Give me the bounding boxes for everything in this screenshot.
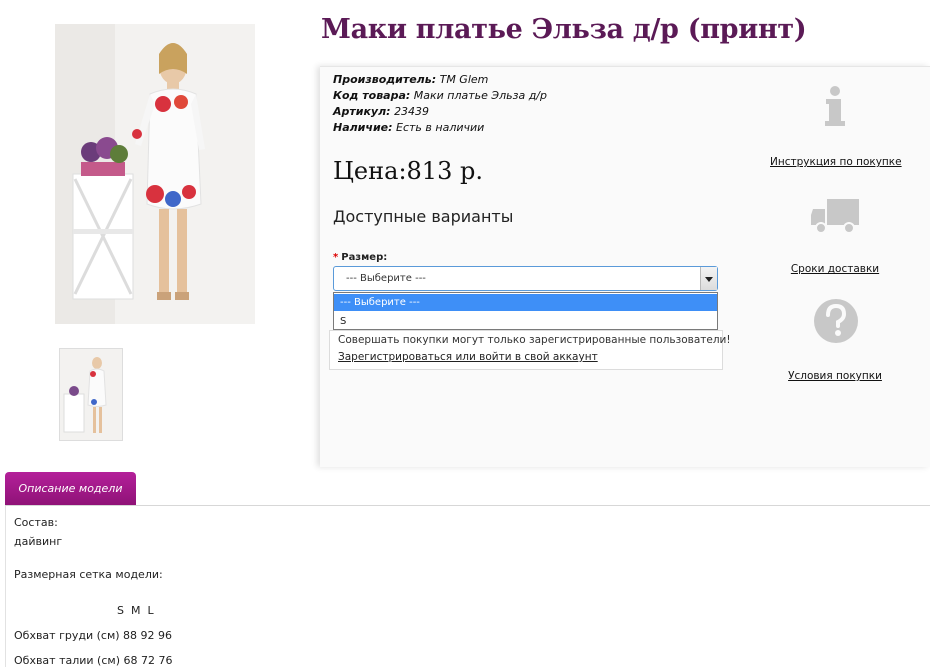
size-label: * Размер: [333,252,387,263]
instruction-link[interactable]: Инструкция по покупке [770,156,902,168]
product-title: Маки платье Эльза д/р (принт) [321,14,807,45]
article-row: Артикул: 23439 [333,104,547,120]
size-option-s[interactable]: S [334,313,717,330]
size-dropdown-list: --- Выберите --- S [333,292,718,330]
size-label-text: Размер: [341,252,388,263]
truck-icon [805,193,865,243]
size-chart-label: Размерная сетка модели: [14,568,163,581]
required-mark: * [333,252,339,263]
login-notice-text: Совершать покупки могут только зарегистр… [338,334,731,346]
availability-row: Наличие: Есть в наличии [333,120,547,136]
tab-description[interactable]: Описание модели [5,472,136,506]
product-price: Цена:813 р. [333,157,483,185]
size-select-value: --- Выберите --- [346,273,426,284]
article-value: 23439 [394,105,430,118]
product-meta: Производитель: TM Glem Код товара: Маки … [333,72,547,136]
question-icon [806,297,866,347]
size-chart-row-waist: Обхват талии (см) 68 72 76 [14,654,173,667]
chevron-down-icon[interactable] [700,267,717,290]
code-row: Код товара: Маки платье Эльза д/р [333,88,547,104]
register-login-link[interactable]: Зарегистрироваться или войти в свой акка… [338,351,598,363]
availability-label: Наличие: [333,121,393,134]
size-chart-row-chest: Обхват груди (см) 88 92 96 [14,629,173,642]
delivery-link[interactable]: Сроки доставки [770,263,900,275]
composition-label: Состав: [14,516,58,529]
manufacturer-value: TM Glem [439,73,489,86]
code-value: Маки платье Эльза д/р [413,89,547,102]
product-thumbnail[interactable] [59,348,123,441]
size-option-placeholder[interactable]: --- Выберите --- [334,294,717,311]
login-notice: Совершать покупки могут только зарегистр… [329,330,731,370]
code-label: Код товара: [333,89,411,102]
manufacturer-label: Производитель: [333,73,437,86]
size-chart-header: S M L [117,604,154,617]
article-label: Артикул: [333,105,391,118]
variants-heading: Доступные варианты [333,207,514,226]
info-icon [805,83,865,133]
description-content [5,506,930,667]
terms-link[interactable]: Условия покупки [770,370,900,382]
composition-value: дайвинг [14,535,63,548]
manufacturer-row: Производитель: TM Glem [333,72,547,88]
availability-value: Есть в наличии [396,121,485,134]
size-select[interactable]: --- Выберите --- [333,266,718,291]
product-main-image[interactable] [55,24,255,324]
